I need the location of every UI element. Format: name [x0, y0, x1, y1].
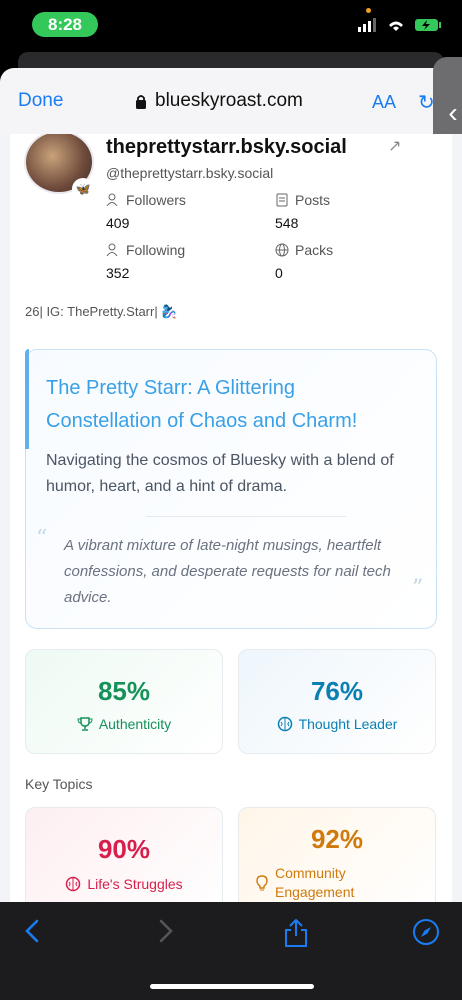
metric-value: 85%	[97, 676, 151, 706]
topic-label: Community Engagement	[275, 865, 355, 900]
page-content: 🦋 theprettystarr.bsky.social ↗ @theprett…	[0, 134, 462, 902]
topic-label: Life's Struggles	[87, 876, 183, 892]
back-chevron-icon[interactable]	[24, 918, 40, 951]
brain-icon	[277, 716, 292, 732]
brain-icon	[66, 876, 81, 892]
packs-label: Packs	[275, 242, 333, 258]
topic-card-lifes-struggles: 90% Life's Struggles	[25, 807, 223, 902]
topic-card-community-engagement: 92% Community Engagement	[238, 807, 436, 902]
battery-charging-icon	[415, 19, 441, 31]
metric-card-thought-leader: 76% Thought Leader	[238, 649, 436, 754]
key-topics-heading: Key Topics	[25, 776, 93, 792]
wifi-icon	[389, 21, 403, 31]
roast-quote: A vibrant mixture of late-night musings,…	[64, 537, 391, 606]
trophy-icon	[77, 717, 93, 731]
followers-count: 409	[106, 215, 130, 231]
privacy-indicator-dot	[366, 8, 371, 13]
status-icons	[358, 18, 442, 32]
user-icon	[106, 243, 118, 257]
roast-card: The Pretty Starr: A Glittering Constella…	[25, 349, 437, 629]
posts-label: Posts	[275, 192, 330, 208]
roast-description: Navigating the cosmos of Bluesky with a …	[46, 452, 394, 495]
user-icon	[106, 193, 118, 207]
lock-icon	[136, 94, 146, 109]
reader-aa-button[interactable]: AA	[372, 92, 396, 113]
address-bar[interactable]: blueskyroast.com	[135, 90, 303, 112]
following-count: 352	[106, 265, 130, 281]
lightbulb-icon	[256, 875, 268, 891]
metric-card-authenticity: 85% Authenticity	[25, 649, 223, 754]
butterfly-badge-icon: 🦋	[72, 178, 94, 200]
document-icon	[276, 193, 288, 207]
topic-value: 90%	[97, 834, 151, 864]
home-indicator[interactable]	[150, 984, 314, 989]
roast-title: The Pretty Starr: A Glittering Constella…	[46, 377, 358, 432]
share-icon[interactable]	[284, 918, 308, 955]
forward-chevron-icon[interactable]	[158, 918, 174, 951]
browser-header: Done blueskyroast.com AA ↻	[0, 68, 462, 134]
profile-bio: 26| IG: ThePretty.Starr| 🧞‍♀️	[25, 304, 178, 319]
status-bar: 8:28	[0, 0, 462, 48]
packs-count: 0	[275, 265, 283, 281]
followers-label: Followers	[106, 192, 186, 208]
compass-icon[interactable]	[412, 918, 440, 953]
topic-value: 92%	[310, 824, 364, 854]
quote-open-icon: “	[36, 526, 48, 551]
metric-label: Authenticity	[98, 716, 172, 732]
cellular-signal-icon	[358, 18, 376, 32]
profile-handle: @theprettystarr.bsky.social	[106, 165, 274, 181]
url-text: blueskyroast.com	[155, 90, 303, 111]
external-link-icon[interactable]: ↗	[388, 136, 401, 156]
roast-accent-bar	[25, 349, 29, 449]
following-label: Following	[106, 242, 185, 258]
metric-label: Thought Leader	[298, 716, 398, 732]
metric-value: 76%	[310, 676, 364, 706]
quote-close-icon: ”	[412, 576, 424, 601]
globe-icon	[275, 243, 289, 257]
status-time: 8:28	[32, 12, 98, 37]
profile-display-name: theprettystarr.bsky.social	[106, 136, 347, 158]
roast-divider	[146, 516, 346, 517]
posts-count: 548	[275, 215, 299, 231]
profile-card: 🦋 theprettystarr.bsky.social ↗ @theprett…	[10, 134, 452, 902]
done-button[interactable]: Done	[18, 90, 63, 112]
